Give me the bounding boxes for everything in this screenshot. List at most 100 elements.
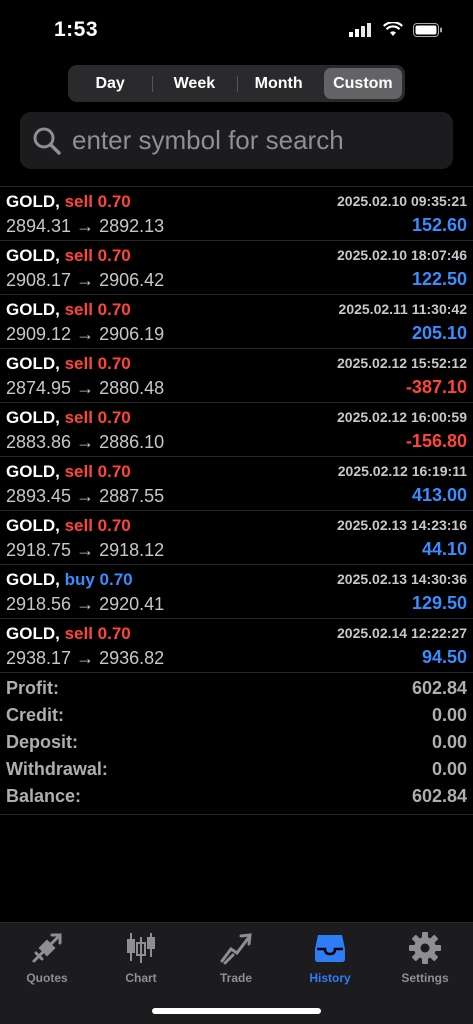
summary-row-credit: Credit: 0.00: [0, 702, 473, 729]
status-bar: 1:53: [0, 0, 473, 62]
deal-side: sell 0.70: [64, 408, 131, 427]
trade-icon: [220, 933, 252, 965]
deal-profit: 152.60: [411, 215, 467, 235]
arrow-right-icon: →: [76, 648, 95, 668]
deal-close-price: 2886.10: [99, 432, 165, 452]
deal-time: 2025.02.13 14:30:36: [337, 571, 467, 587]
home-indicator: [152, 1008, 321, 1014]
deal-row[interactable]: GOLD, sell 0.70 2025.02.13 14:23:16 2918…: [0, 510, 473, 564]
search-bar[interactable]: [20, 112, 453, 169]
tab-label: Quotes: [26, 971, 68, 985]
deal-title: GOLD, sell 0.70: [6, 354, 131, 374]
tab-week[interactable]: Week: [155, 68, 238, 99]
deal-close-price: 2892.13: [99, 216, 165, 236]
tab-custom[interactable]: Custom: [323, 68, 402, 99]
summary-label: Profit:: [6, 678, 59, 698]
deal-symbol: GOLD,: [6, 354, 60, 373]
battery-icon: [413, 22, 442, 37]
status-time: 1:53: [54, 18, 99, 41]
summary-label: Deposit:: [6, 732, 78, 752]
deal-side: sell 0.70: [64, 192, 131, 211]
tab-month[interactable]: Month: [240, 68, 318, 99]
deal-open-price: 2918.75: [6, 540, 72, 560]
deal-title: GOLD, buy 0.70: [6, 570, 133, 590]
deal-time: 2025.02.12 16:19:11: [337, 463, 467, 479]
deal-row[interactable]: GOLD, sell 0.70 2025.02.12 16:19:11 2893…: [0, 456, 473, 510]
deal-row[interactable]: GOLD, sell 0.70 2025.02.14 12:22:27 2938…: [0, 618, 473, 672]
summary-row-deposit: Deposit: 0.00: [0, 729, 473, 756]
tab-settings[interactable]: Settings: [378, 931, 472, 985]
summary-label: Balance:: [6, 786, 82, 806]
deal-row[interactable]: GOLD, sell 0.70 2025.02.11 11:30:42 2909…: [0, 294, 473, 348]
deal-time: 2025.02.10 09:35:21: [337, 193, 467, 209]
deal-time: 2025.02.13 14:23:16: [337, 517, 467, 533]
summary-row-withdrawal: Withdrawal: 0.00: [0, 756, 473, 783]
deal-row[interactable]: GOLD, sell 0.70 2025.02.10 09:35:21 2894…: [0, 186, 473, 240]
tab-history[interactable]: History: [283, 931, 377, 985]
deal-profit: 129.50: [411, 593, 467, 613]
tab-label: Trade: [219, 971, 252, 985]
summary-value: 602.84: [411, 786, 467, 806]
deal-title: GOLD, sell 0.70: [6, 624, 131, 644]
deal-prices: 2909.12 → 2906.19: [6, 324, 164, 345]
gear-icon: [409, 932, 441, 964]
deal-row[interactable]: GOLD, sell 0.70 2025.02.12 15:52:12 2874…: [0, 348, 473, 402]
tab-quotes[interactable]: Quotes: [0, 931, 94, 985]
deal-symbol: GOLD,: [6, 462, 60, 481]
summary-label: Credit:: [6, 705, 64, 725]
deal-close-price: 2906.42: [99, 270, 165, 290]
deal-prices: 2918.75 → 2918.12: [6, 540, 164, 561]
deal-row[interactable]: GOLD, buy 0.70 2025.02.13 14:30:36 2918.…: [0, 564, 473, 618]
deal-time: 2025.02.10 18:07:46: [337, 247, 467, 263]
deals-list: GOLD, sell 0.70 2025.02.10 09:35:21 2894…: [0, 186, 473, 815]
deal-close-price: 2918.12: [99, 540, 165, 560]
arrow-right-icon: →: [76, 378, 95, 398]
arrow-right-icon: →: [76, 216, 95, 236]
deal-prices: 2874.95 → 2880.48: [6, 378, 164, 399]
deal-open-price: 2874.95: [6, 378, 72, 398]
arrow-right-icon: →: [76, 324, 95, 344]
tab-day[interactable]: Day: [71, 68, 154, 99]
deal-open-price: 2909.12: [6, 324, 72, 344]
deal-profit: 205.10: [411, 323, 467, 343]
deal-open-price: 2938.17: [6, 648, 72, 668]
tab-trade[interactable]: Trade: [189, 931, 283, 985]
deal-open-price: 2894.31: [6, 216, 72, 236]
deal-close-price: 2906.19: [99, 324, 165, 344]
quotes-icon: [32, 933, 62, 963]
deal-row[interactable]: GOLD, sell 0.70 2025.02.12 16:00:59 2883…: [0, 402, 473, 456]
candlestick-chart-icon: [127, 933, 155, 963]
deal-side: sell 0.70: [64, 462, 131, 481]
deal-side: sell 0.70: [64, 516, 131, 535]
summary-value: 0.00: [431, 705, 467, 725]
period-segmented-control: Day Week Month Custom: [68, 65, 405, 102]
deal-symbol: GOLD,: [6, 624, 60, 643]
deal-title: GOLD, sell 0.70: [6, 300, 131, 320]
history-inbox-icon: [315, 935, 345, 962]
deal-prices: 2938.17 → 2936.82: [6, 648, 164, 669]
deal-close-price: 2920.41: [99, 594, 165, 614]
arrow-right-icon: →: [76, 432, 95, 452]
wifi-icon: [383, 22, 403, 36]
deal-open-price: 2918.56: [6, 594, 72, 614]
tab-chart[interactable]: Chart: [94, 931, 188, 985]
deal-side: buy 0.70: [64, 570, 133, 589]
deal-prices: 2894.31 → 2892.13: [6, 216, 164, 237]
deal-close-price: 2887.55: [99, 486, 165, 506]
deal-symbol: GOLD,: [6, 300, 60, 319]
deal-title: GOLD, sell 0.70: [6, 462, 131, 482]
deal-open-price: 2908.17: [6, 270, 72, 290]
deal-close-price: 2936.82: [99, 648, 165, 668]
deal-profit: 44.10: [421, 539, 467, 559]
deal-row[interactable]: GOLD, sell 0.70 2025.02.10 18:07:46 2908…: [0, 240, 473, 294]
summary-value: 0.00: [431, 732, 467, 752]
history-screen: 1:53 Day Week Month Custom enter symbol …: [0, 0, 473, 1024]
deal-prices: 2893.45 → 2887.55: [6, 486, 164, 507]
tab-label: Settings: [401, 971, 449, 985]
search-input[interactable]: [70, 124, 453, 157]
deal-profit: -387.10: [405, 377, 467, 397]
summary-value: 602.84: [411, 678, 467, 698]
deal-open-price: 2893.45: [6, 486, 72, 506]
deal-side: sell 0.70: [64, 624, 131, 643]
deal-side: sell 0.70: [64, 300, 131, 319]
